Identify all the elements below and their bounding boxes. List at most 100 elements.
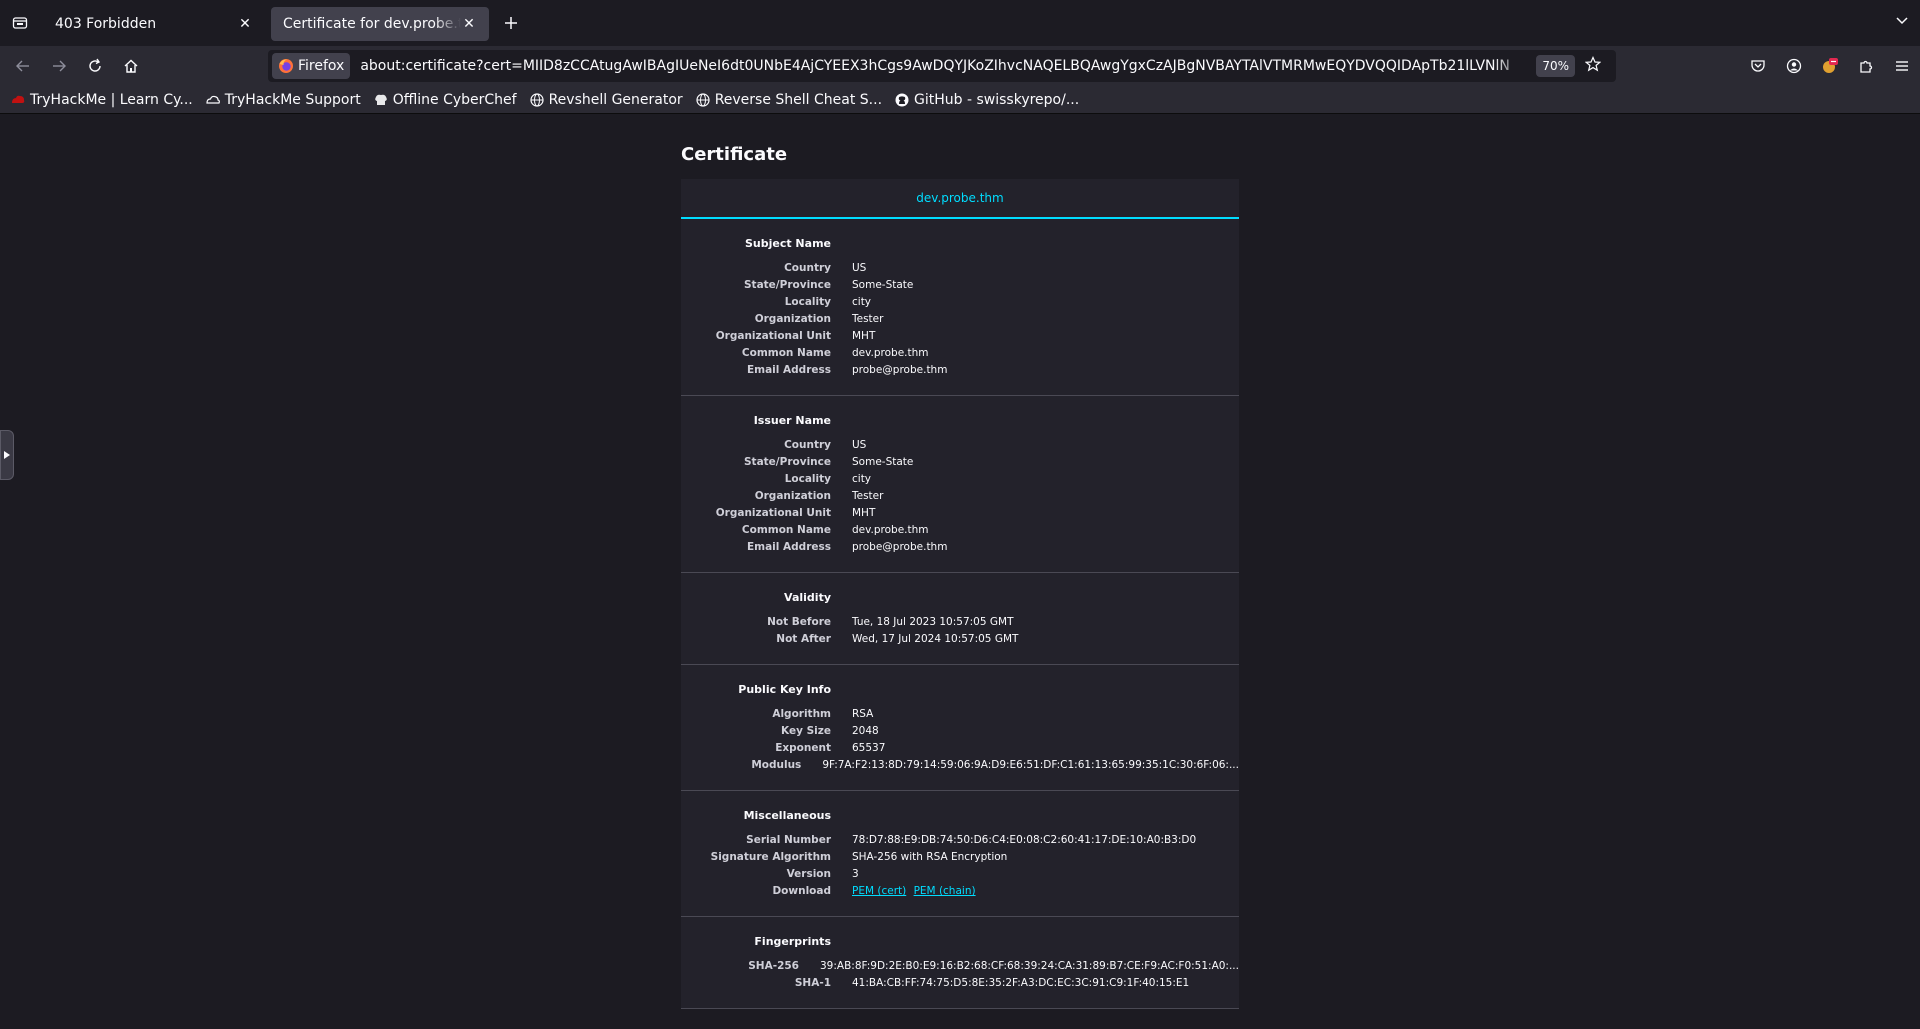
new-tab-button[interactable] [493, 5, 529, 41]
close-tab-icon[interactable]: ✕ [461, 16, 477, 32]
download-pem-chain-link[interactable]: PEM (chain) [914, 885, 976, 897]
firefox-logo-icon [279, 59, 293, 73]
pocket-button[interactable] [1740, 50, 1776, 82]
row-key: Algorithm [772, 708, 831, 720]
bookmark-label: Offline CyberChef [392, 91, 517, 108]
arrow-left-icon [16, 60, 29, 72]
info-row: Organizational Unit MHT [681, 328, 1239, 345]
info-row: Modulus 9F:7A:F2:13:8D:79:14:59:06:9A:D9:… [681, 757, 1239, 774]
bookmark-revshell-generator[interactable]: Revshell Generator [529, 92, 683, 108]
fingerprints-section: Fingerprints SHA-256 39:AB:8F:9D:2E:B0:E9… [681, 917, 1239, 1009]
info-row: Version 3 [681, 866, 1239, 883]
home-button[interactable] [113, 50, 149, 82]
info-row: Country US [681, 437, 1239, 454]
section-title: Fingerprints [754, 935, 831, 948]
tryhackme-icon [10, 92, 26, 108]
row-key: Signature Algorithm [710, 851, 831, 863]
row-value: dev.probe.thm [852, 524, 929, 536]
info-row: Not After Wed, 17 Jul 2024 10:57:05 GMT [681, 631, 1239, 648]
tab-certificate[interactable]: Certificate for dev.probe.thm ✕ [271, 7, 489, 41]
extension-button[interactable] [1812, 50, 1848, 82]
url-bar[interactable]: Firefox about:certificate?cert=MIID8zCCA… [268, 50, 1616, 82]
row-value: dev.probe.thm [852, 347, 929, 359]
account-icon [1786, 58, 1802, 74]
github-icon [894, 92, 910, 108]
close-tab-icon[interactable]: ✕ [237, 16, 253, 32]
sha256-value[interactable]: 39:AB:8F:9D:2E:B0:E9:16:B2:68:CF:68:39:2… [820, 958, 1239, 975]
row-value: MHT [852, 330, 876, 342]
row-key: Locality [784, 296, 831, 308]
page-title: Certificate [681, 144, 788, 165]
row-value: US [852, 262, 867, 274]
row-key: Common Name [741, 524, 831, 536]
tab-bar: 403 Forbidden ✕ Certificate for dev.prob… [0, 0, 1920, 46]
hamburger-menu-icon [1896, 61, 1908, 71]
cloud-icon [205, 92, 221, 108]
row-key: Key Size [781, 725, 831, 737]
plus-icon [505, 17, 517, 29]
issuer-name-section: Issuer Name Country US State/Province Some… [681, 396, 1239, 573]
row-key: Modulus [751, 759, 802, 771]
modulus-value[interactable]: 9F:7A:F2:13:8D:79:14:59:06:9A:D9:E6:51:D… [822, 757, 1239, 774]
row-key: Organization [754, 490, 831, 502]
forward-button[interactable] [41, 50, 77, 82]
info-row: Email Address probe@probe.thm [681, 539, 1239, 556]
info-row: Algorithm RSA [681, 706, 1239, 723]
row-key: Organizational Unit [715, 330, 831, 342]
row-value: Tue, 18 Jul 2023 10:57:05 GMT [852, 616, 1014, 628]
row-value: city [852, 473, 872, 485]
tab-label: 403 Forbidden [55, 16, 157, 32]
star-icon [1584, 56, 1602, 72]
section-title: Validity [784, 591, 831, 604]
row-value: RSA [852, 708, 874, 720]
bookmark-tryhackme[interactable]: TryHackMe | Learn Cy... [10, 92, 193, 108]
puzzle-icon [1860, 60, 1873, 73]
firefox-view-button[interactable] [0, 0, 40, 46]
certificate-tab[interactable]: dev.probe.thm [681, 179, 1239, 219]
row-value: MHT [852, 507, 876, 519]
tab-403-forbidden[interactable]: 403 Forbidden ✕ [43, 7, 265, 41]
bookmark-label: GitHub - swisskyrepo/... [914, 91, 1080, 108]
row-value: Tester [852, 490, 884, 502]
bookmark-github-swisskyrepo[interactable]: GitHub - swisskyrepo/... [894, 92, 1079, 108]
bookmark-label: TryHackMe Support [224, 91, 361, 108]
row-key: Exponent [775, 742, 831, 754]
info-row: Common Name dev.probe.thm [681, 522, 1239, 539]
list-all-tabs-button[interactable] [1894, 12, 1910, 32]
bookmark-star-button[interactable] [1584, 56, 1602, 76]
row-key: Not Before [767, 616, 831, 628]
sidebar-toggle-handle[interactable] [0, 430, 14, 480]
info-row: Organization Tester [681, 488, 1239, 505]
bookmark-label: Revshell Generator [548, 91, 683, 108]
info-row: Serial Number 78:D7:88:E9:DB:74:50:D6:C4:… [681, 832, 1239, 849]
identity-box[interactable]: Firefox [272, 53, 351, 79]
row-value: probe@probe.thm [852, 364, 948, 376]
bookmark-reverse-shell-cheat-sheet[interactable]: Reverse Shell Cheat S... [695, 92, 882, 108]
zoom-reset-button[interactable]: 70% [1536, 55, 1576, 77]
bookmark-offline-cyberchef[interactable]: Offline CyberChef [373, 92, 517, 108]
app-menu-button[interactable] [1884, 50, 1920, 82]
row-key: Locality [784, 473, 831, 485]
reload-button[interactable] [77, 50, 113, 82]
section-title: Miscellaneous [743, 809, 831, 822]
row-value: 65537 [852, 742, 886, 754]
home-icon [124, 59, 138, 73]
play-arrow-icon [4, 451, 10, 459]
back-button[interactable] [5, 50, 41, 82]
section-title: Public Key Info [738, 683, 831, 696]
reload-icon [89, 58, 101, 72]
download-links: PEM (cert) PEM (chain) [852, 883, 980, 900]
bookmark-tryhackme-support[interactable]: TryHackMe Support [205, 92, 361, 108]
row-value: probe@probe.thm [852, 541, 948, 553]
url-input[interactable]: about:certificate?cert=MIID8zCCAtugAwIBA… [360, 58, 1528, 74]
extension-badge-icon [1823, 58, 1838, 73]
row-key: Organization [754, 313, 831, 325]
info-row: Signature Algorithm SHA-256 with RSA Encr… [681, 849, 1239, 866]
account-button[interactable] [1776, 50, 1812, 82]
row-value: 41:BA:CB:FF:74:75:D5:8E:35:2F:A3:DC:EC:3… [852, 977, 1190, 989]
row-value: Wed, 17 Jul 2024 10:57:05 GMT [852, 633, 1019, 645]
extensions-button[interactable] [1848, 50, 1884, 82]
chef-hat-icon [373, 92, 389, 108]
download-pem-cert-link[interactable]: PEM (cert) [852, 885, 906, 897]
row-key: SHA-1 [794, 977, 831, 989]
